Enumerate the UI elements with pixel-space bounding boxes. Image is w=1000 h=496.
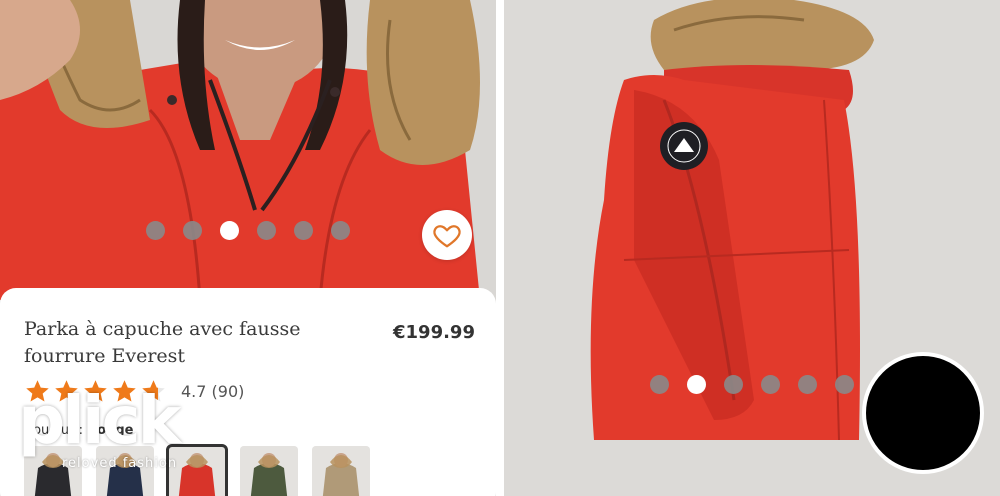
rating-row[interactable]: 4.7 (90) [24,378,244,405]
pager-dot[interactable] [761,375,780,394]
product-title-line-1: Parka à capuche avec fausse [24,318,301,340]
pager-dot[interactable] [146,221,165,240]
navy-swatch[interactable] [96,446,154,496]
red-swatch[interactable] [166,444,228,496]
color-label-separator: : [74,423,88,438]
favorite-button[interactable] [422,210,472,260]
rating-summary: 4.7 (90) [181,382,244,401]
product-title-line-2: fourrure Everest [24,345,186,367]
black-swatch[interactable] [24,446,82,496]
swatch-thumbnail [240,446,298,496]
product-info-card: Parka à capuche avec fausse fourrure Eve… [0,288,496,496]
rating-value: 4.7 [181,382,207,401]
pager-dot[interactable] [650,375,669,394]
image-pager-dots[interactable] [146,221,350,240]
rating-stars [24,378,167,405]
panel-divider [496,0,504,496]
image-pager-dots-right[interactable] [650,375,854,394]
pager-dot[interactable] [724,375,743,394]
pager-dot[interactable] [183,221,202,240]
swatch-thumbnail [24,446,82,496]
swatch-thumbnail [168,446,226,496]
pager-dot-active[interactable] [220,221,239,240]
pager-dot[interactable] [331,221,350,240]
khaki-swatch[interactable] [240,446,298,496]
app-screenshot: Parka à capuche avec fausse fourrure Eve… [0,0,1000,496]
rating-count: (90) [211,382,245,401]
redaction-circle [862,352,984,474]
pager-dot-active[interactable] [687,375,706,394]
star-icon [113,380,136,402]
product-view-left: Parka à capuche avec fausse fourrure Eve… [0,0,496,496]
star-icon [84,380,107,402]
color-label-value: Rouge [87,423,134,438]
star-icon [55,380,78,402]
pager-dot[interactable] [835,375,854,394]
pager-dot[interactable] [798,375,817,394]
color-swatches [24,444,370,496]
pager-dot[interactable] [257,221,276,240]
star-icon [26,380,49,402]
star-icon [142,380,165,402]
product-price: €199.99 [393,322,475,343]
color-label: Couleur : Rouge [24,423,133,438]
heart-icon [433,225,461,248]
pager-dot[interactable] [294,221,313,240]
beige-swatch[interactable] [312,446,370,496]
swatch-thumbnail [312,446,370,496]
color-label-key: Couleur [24,423,75,438]
product-title: Parka à capuche avec fausse fourrure Eve… [24,316,364,370]
swatch-thumbnail [96,446,154,496]
